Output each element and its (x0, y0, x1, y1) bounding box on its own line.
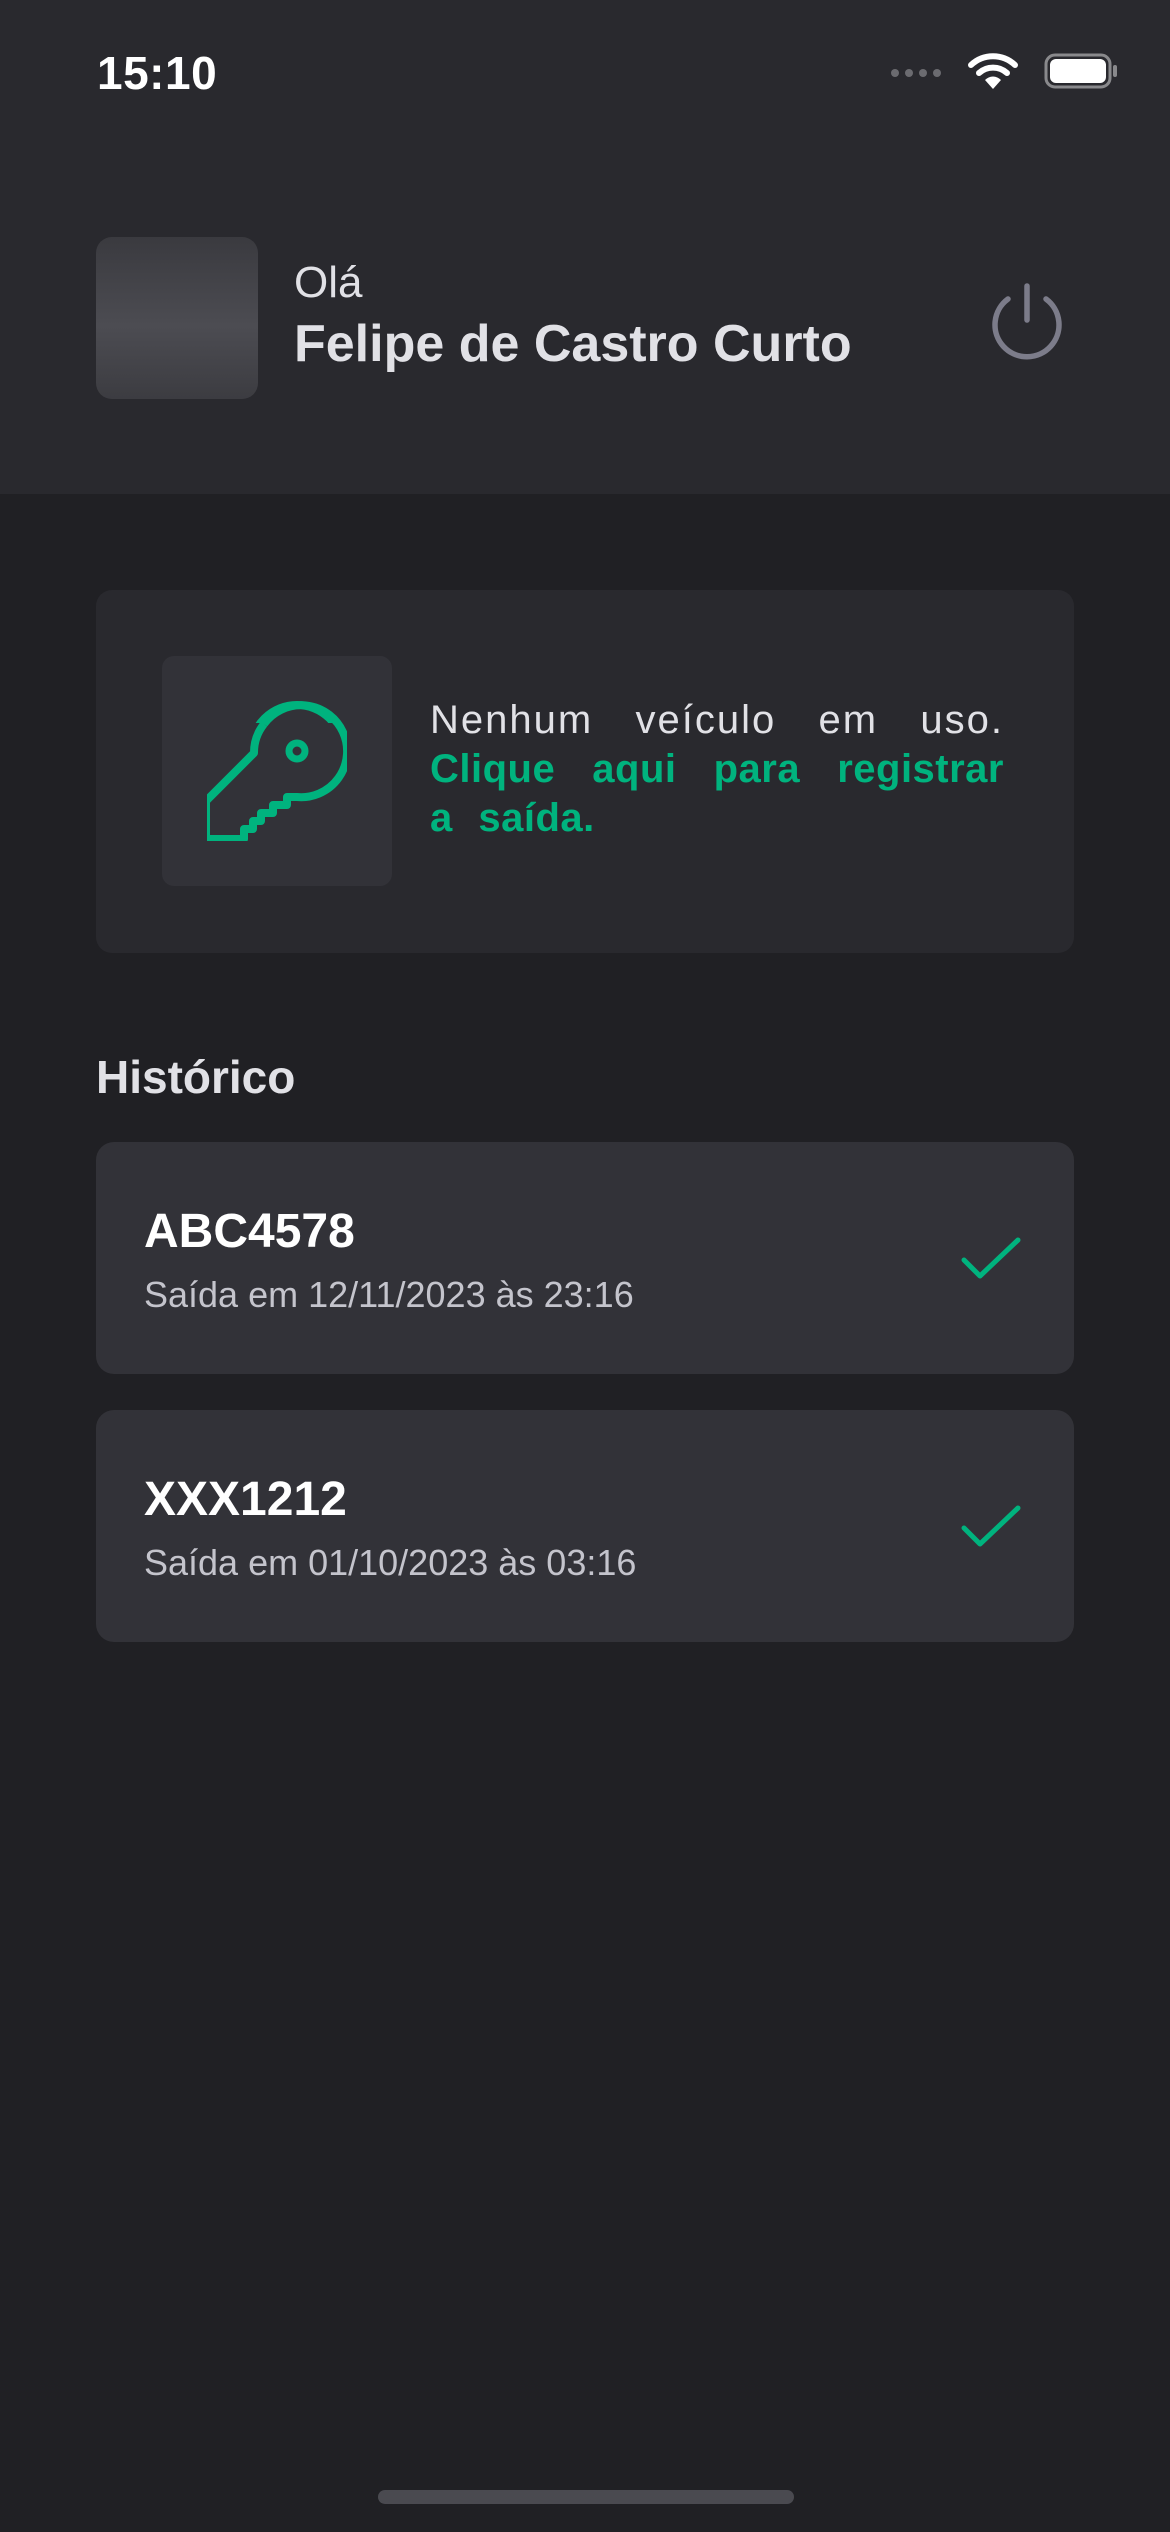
home-indicator[interactable] (378, 2490, 794, 2504)
vehicle-status: Nenhum veículo em uso. Clique aqui para … (430, 696, 1004, 843)
key-icon-box (162, 656, 392, 886)
history-title: Histórico (96, 1051, 296, 1103)
history-item[interactable]: ABC4578 Saída em 12/11/2023 às 23:16 (96, 1142, 1074, 1374)
register-exit-link[interactable]: Clique aqui para registrar a saída. (430, 747, 1004, 840)
status-time: 15:10 (97, 47, 218, 99)
battery-icon (1044, 53, 1118, 94)
check-icon (961, 1505, 1021, 1547)
logout-button[interactable] (984, 278, 1070, 364)
signal-icon (890, 65, 942, 83)
header: 15:10 Olá Felipe de Castro Curto (0, 0, 1170, 494)
check-icon (961, 1237, 1021, 1279)
key-icon (207, 701, 347, 841)
wifi-icon (968, 52, 1018, 95)
avatar (96, 237, 258, 399)
power-icon (992, 283, 1062, 360)
user-name: Felipe de Castro Curto (294, 315, 852, 373)
vehicle-plate: ABC4578 (144, 1205, 355, 1258)
greeting: Olá (294, 258, 363, 307)
history-item[interactable]: XXX1212 Saída em 01/10/2023 às 03:16 (96, 1410, 1074, 1642)
vehicle-plate: XXX1212 (144, 1473, 347, 1526)
status-icons (890, 52, 1118, 95)
vehicle-card[interactable]: Nenhum veículo em uso. Clique aqui para … (96, 590, 1074, 953)
exit-date: Saída em 01/10/2023 às 03:16 (144, 1542, 637, 1583)
vehicle-status-text: Nenhum veículo em uso. (430, 698, 1004, 742)
exit-date: Saída em 12/11/2023 às 23:16 (144, 1274, 634, 1315)
